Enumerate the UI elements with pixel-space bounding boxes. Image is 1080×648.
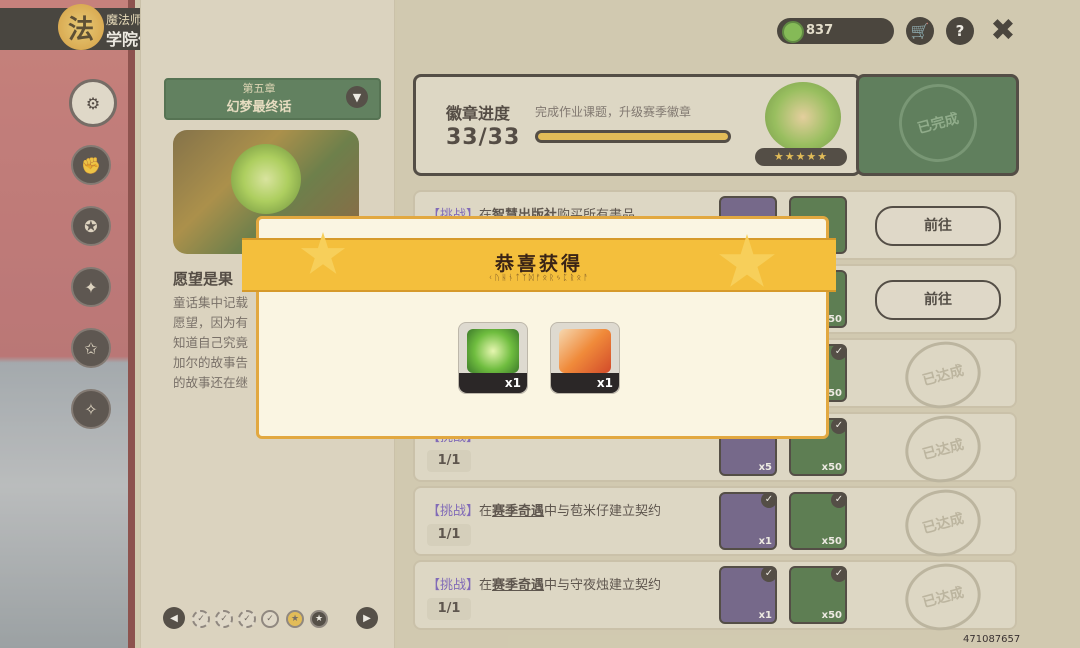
item-quantity: x1: [596, 376, 613, 390]
gift-box-item[interactable]: x1: [550, 322, 620, 394]
clover-card-icon: [467, 329, 519, 373]
clover-card-item[interactable]: x1: [458, 322, 528, 394]
gift-box-icon: [559, 329, 611, 373]
build-id: 471087657: [963, 634, 1021, 645]
rune-subtitle: ᚲᚢᚺᚾᛏᛉᛞᚠᛟᚱᛃᛈᚱᛟᚨ: [488, 273, 590, 282]
reward-dialog-title: 恭喜获得: [494, 253, 583, 275]
item-quantity: x1: [504, 376, 521, 390]
